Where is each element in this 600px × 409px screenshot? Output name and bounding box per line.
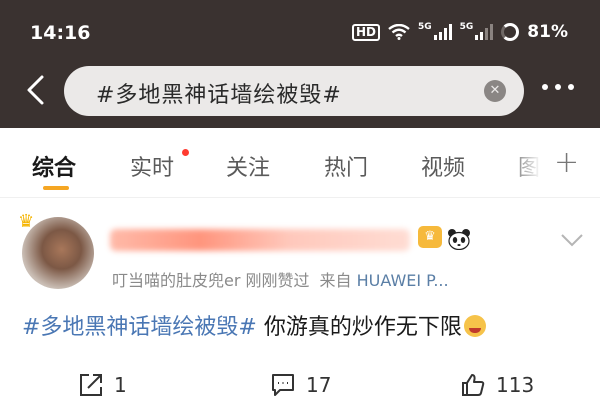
tab-hot[interactable]: 热门 xyxy=(324,150,368,182)
post-meta: 叮当喵的肚皮兜er 刚刚赞过 来自 HUAWEI P... xyxy=(112,267,449,291)
more-icon[interactable] xyxy=(542,84,574,90)
hd-icon: HD xyxy=(351,23,380,41)
repost-icon xyxy=(80,374,102,396)
battery-percent: 81% xyxy=(527,22,568,42)
tab-bar: 综合 实时 关注 热门 视频 图 + xyxy=(0,128,600,198)
network-label: 5G xyxy=(459,22,474,32)
crown-icon: ♛ xyxy=(18,211,35,232)
wifi-icon xyxy=(388,24,410,40)
like-count: 113 xyxy=(496,373,535,397)
notification-dot xyxy=(182,149,189,156)
post-actions: 1 17 113 xyxy=(0,368,600,404)
tab-following[interactable]: 关注 xyxy=(226,150,270,182)
source-label: 来自 xyxy=(319,271,352,290)
signal-icon xyxy=(475,24,494,40)
top-bar: 14:16 HD 5G 5G 81% #多地黑神话墙绘被毁# ✕ xyxy=(0,0,600,128)
like-icon xyxy=(462,374,485,396)
like-button[interactable]: 113 xyxy=(460,372,534,398)
crying-emoji-icon xyxy=(463,315,486,337)
comment-count: 17 xyxy=(306,373,332,397)
status-time: 14:16 xyxy=(30,22,91,44)
comment-button[interactable]: 17 xyxy=(270,372,331,398)
repost-button[interactable]: 1 xyxy=(78,372,127,398)
repost-count: 1 xyxy=(114,373,127,397)
clear-icon[interactable]: ✕ xyxy=(484,80,506,102)
search-query: #多地黑神话墙绘被毁# xyxy=(96,83,342,108)
back-icon[interactable] xyxy=(24,74,48,106)
chevron-down-icon[interactable] xyxy=(560,233,584,247)
plus-icon[interactable]: + xyxy=(554,148,579,178)
signal-icon xyxy=(433,24,452,40)
hashtag-link[interactable]: #多地黑神话墙绘被毁# xyxy=(22,315,257,340)
post-body: #多地黑神话墙绘被毁# 你游真的炒作无下限 xyxy=(22,309,486,341)
source-device[interactable]: HUAWEI P... xyxy=(357,271,449,290)
vip-badge-icon: ♛ xyxy=(418,226,442,248)
tab-realtime[interactable]: 实时 xyxy=(130,150,174,182)
tab-comprehensive[interactable]: 综合 xyxy=(32,150,76,182)
tabs-fade xyxy=(506,128,550,196)
network-label: 5G xyxy=(417,22,432,32)
username-blurred[interactable] xyxy=(110,229,410,251)
status-icons: HD 5G 5G 81% xyxy=(351,22,568,42)
status-bar: 14:16 HD 5G 5G 81% xyxy=(0,0,600,62)
panda-icon xyxy=(448,229,470,250)
tab-video[interactable]: 视频 xyxy=(421,150,465,182)
search-input[interactable]: #多地黑神话墙绘被毁# ✕ xyxy=(64,66,524,116)
post-body-text: 你游真的炒作无下限 xyxy=(256,315,462,340)
active-tab-indicator xyxy=(43,186,69,190)
comment-icon xyxy=(272,374,294,396)
battery-icon xyxy=(501,23,520,41)
liked-by-text: 叮当喵的肚皮兜er 刚刚赞过 xyxy=(112,271,310,290)
